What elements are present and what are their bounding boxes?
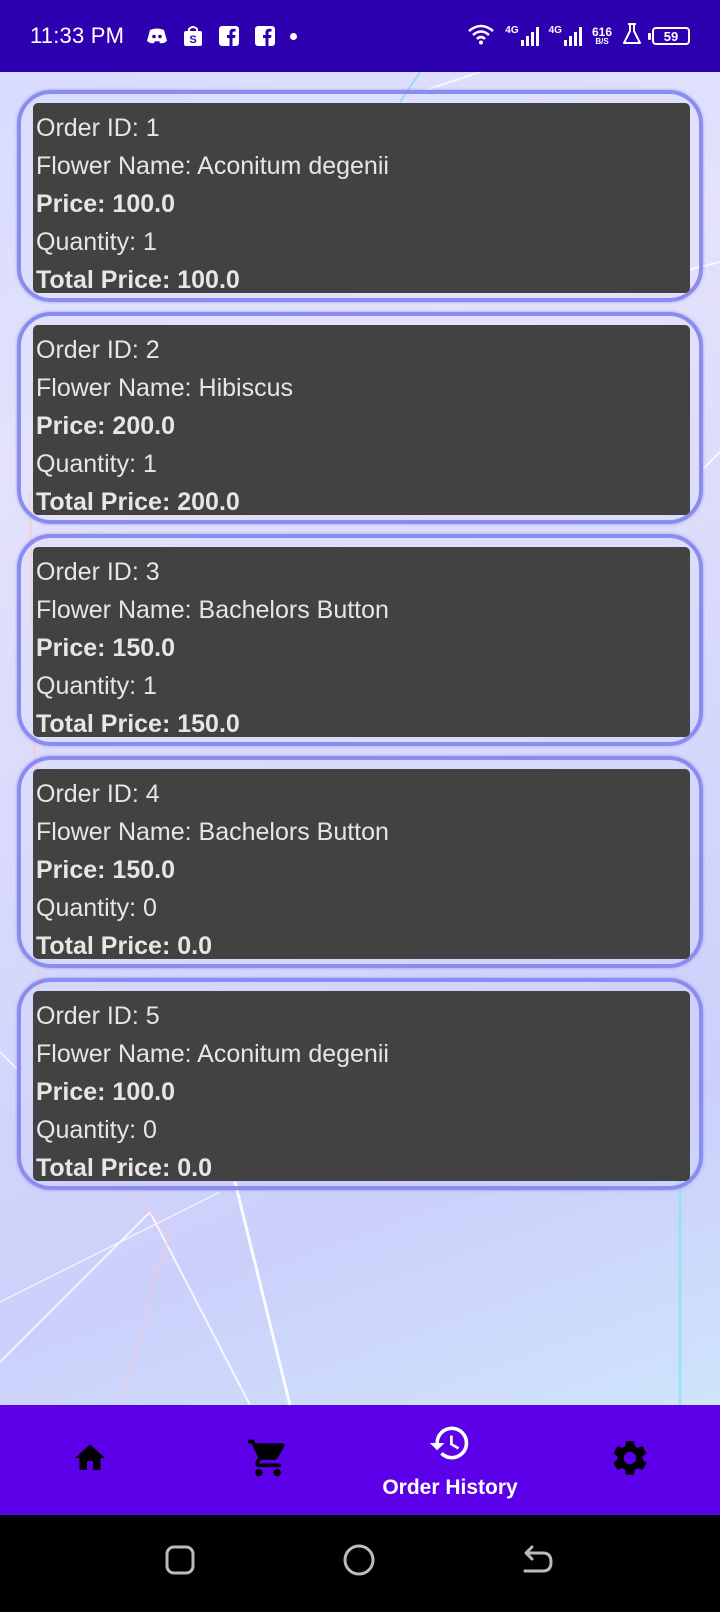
network-type-1: 4G	[505, 25, 519, 36]
order-id: Order ID: 4	[36, 780, 160, 808]
discord-icon	[146, 25, 168, 47]
quantity: Quantity: 1	[36, 228, 157, 256]
back-button[interactable]	[518, 1542, 558, 1582]
shopping-bag-icon: S	[182, 25, 204, 47]
settings-icon	[609, 1437, 651, 1484]
history-icon	[428, 1421, 472, 1470]
app-screen: 11:33 PM S 4G 4G 616 B/S 59 Order ID: 1 …	[0, 0, 720, 1612]
flower-name: Flower Name: Aconitum degenii	[36, 152, 389, 180]
status-right: 4G 4G 616 B/S 59	[467, 22, 690, 50]
status-time: 11:33 PM	[30, 23, 125, 48]
total-price: Total Price: 100.0	[36, 266, 240, 294]
order-details: Order ID: 4 Flower Name: Bachelors Butto…	[33, 769, 690, 960]
status-bar: 11:33 PM S 4G 4G 616 B/S 59	[0, 0, 720, 72]
recent-apps-button[interactable]	[160, 1542, 200, 1582]
price: Price: 150.0	[36, 634, 175, 662]
svg-text:S: S	[189, 34, 196, 46]
order-details: Order ID: 5 Flower Name: Aconitum degeni…	[33, 991, 690, 1182]
home-icon	[71, 1440, 109, 1481]
flower-name: Flower Name: Bachelors Button	[36, 596, 389, 624]
order-card[interactable]: Order ID: 3 Flower Name: Bachelors Butto…	[17, 534, 703, 746]
battery-indicator: 59	[648, 27, 690, 45]
nav-order-history-label: Order History	[382, 1475, 518, 1499]
nav-settings[interactable]	[580, 1405, 680, 1515]
more-notifications-dot	[290, 32, 298, 40]
total-price: Total Price: 150.0	[36, 710, 240, 738]
flower-name: Flower Name: Aconitum degenii	[36, 1040, 389, 1068]
home-button[interactable]	[339, 1542, 379, 1582]
flower-name: Flower Name: Hibiscus	[36, 374, 294, 402]
network-type-2: 4G	[548, 25, 562, 36]
notification-icons: S	[146, 25, 298, 47]
order-card[interactable]: Order ID: 1 Flower Name: Aconitum degeni…	[17, 90, 703, 302]
home-circle-icon	[342, 1543, 376, 1582]
order-id: Order ID: 2	[36, 336, 160, 364]
nav-home[interactable]	[40, 1405, 140, 1515]
price: Price: 100.0	[36, 190, 175, 218]
network-speed: 616 B/S	[592, 26, 612, 46]
order-card[interactable]: Order ID: 4 Flower Name: Bachelors Butto…	[17, 756, 703, 968]
price: Price: 100.0	[36, 1078, 175, 1106]
cart-icon	[246, 1436, 290, 1485]
speed-unit: B/S	[595, 37, 609, 46]
flower-name: Flower Name: Bachelors Button	[36, 818, 389, 846]
quantity: Quantity: 1	[36, 450, 157, 478]
order-details: Order ID: 1 Flower Name: Aconitum degeni…	[33, 103, 690, 294]
back-icon	[521, 1545, 555, 1580]
order-id: Order ID: 5	[36, 1002, 160, 1030]
price: Price: 150.0	[36, 856, 175, 884]
signal-icon: 4G	[549, 26, 582, 46]
quantity: Quantity: 1	[36, 672, 157, 700]
nav-order-history[interactable]: Order History	[360, 1405, 540, 1515]
system-navigation-bar	[0, 1515, 720, 1612]
order-card[interactable]: Order ID: 5 Flower Name: Aconitum degeni…	[17, 978, 703, 1190]
price: Price: 200.0	[36, 412, 175, 440]
nav-cart[interactable]	[218, 1405, 318, 1515]
total-price: Total Price: 200.0	[36, 488, 240, 516]
recent-apps-icon	[164, 1544, 196, 1581]
order-details: Order ID: 3 Flower Name: Bachelors Butto…	[33, 547, 690, 738]
facebook-icon	[254, 25, 276, 47]
wifi-icon	[467, 23, 495, 50]
order-card[interactable]: Order ID: 2 Flower Name: Hibiscus Price:…	[17, 312, 703, 524]
order-details: Order ID: 2 Flower Name: Hibiscus Price:…	[33, 325, 690, 516]
order-history-content[interactable]: Order ID: 1 Flower Name: Aconitum degeni…	[0, 72, 720, 1405]
bottom-navigation: Order History	[0, 1405, 720, 1515]
quantity: Quantity: 0	[36, 894, 157, 922]
flask-icon	[622, 22, 642, 50]
total-price: Total Price: 0.0	[36, 1154, 212, 1182]
order-id: Order ID: 1	[36, 114, 160, 142]
signal-icon: 4G	[505, 25, 539, 46]
order-id: Order ID: 3	[36, 558, 160, 586]
total-price: Total Price: 0.0	[36, 932, 212, 960]
facebook-icon	[218, 25, 240, 47]
quantity: Quantity: 0	[36, 1116, 157, 1144]
